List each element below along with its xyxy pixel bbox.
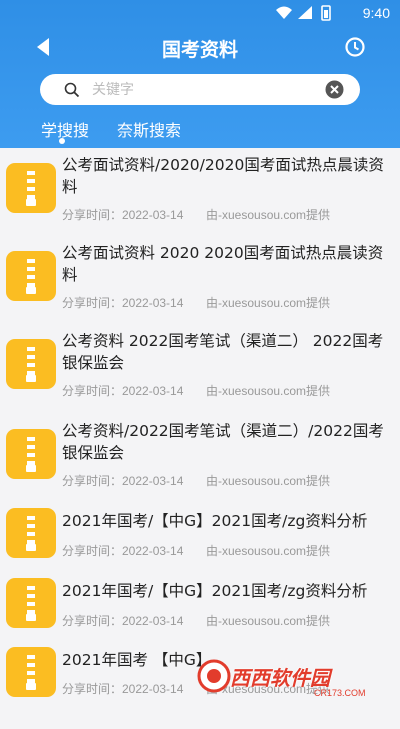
result-source: 由-xuesousou.com提供	[206, 208, 331, 222]
result-source: 由-xuesousou.com提供	[206, 384, 331, 398]
result-title: 公考资料/2022国考笔试（渠道二）/2022国考银保监会	[62, 422, 384, 462]
watermark-sub: CR173.COM	[314, 688, 366, 698]
watermark: 西西软件园 CR173.COM	[196, 654, 386, 698]
clear-icon[interactable]	[325, 80, 344, 99]
result-item[interactable]: 公考资料/2022国考笔试（渠道二）/2022国考银保监会 分享时间：2022-…	[0, 414, 400, 500]
result-source: 由-xuesousou.com提供	[206, 474, 331, 488]
status-bar: 9:40	[0, 0, 400, 26]
status-time: 9:40	[362, 5, 390, 21]
zip-file-icon	[6, 508, 56, 558]
result-source: 由-xuesousou.com提供	[206, 614, 331, 628]
zip-file-icon	[6, 429, 56, 479]
zip-file-icon	[6, 578, 56, 628]
zip-file-icon	[6, 251, 56, 301]
search-icon	[64, 82, 80, 98]
watermark-logo-icon	[197, 659, 231, 693]
zip-file-icon	[6, 163, 56, 213]
nav-bar: 国考资料	[0, 26, 400, 68]
result-time: 分享时间：2022-03-14	[62, 614, 184, 628]
result-time: 分享时间：2022-03-14	[62, 296, 184, 310]
zip-file-icon	[6, 647, 56, 697]
page-title: 国考资料	[161, 39, 238, 61]
result-item[interactable]: 公考资料 2022国考笔试（渠道二） 2022国考银保监会 分享时间：2022-…	[0, 324, 400, 410]
search-input[interactable]	[90, 78, 304, 102]
result-title: 公考资料 2022国考笔试（渠道二） 2022国考银保监会	[62, 332, 384, 372]
tab-naisi-search[interactable]: 奈斯搜索	[117, 117, 181, 141]
zip-file-icon	[6, 339, 56, 389]
result-time: 分享时间：2022-03-14	[62, 384, 184, 398]
result-title: 公考面试资料 2020 2020国考面试热点晨读资料	[62, 244, 384, 284]
wifi-icon	[276, 6, 292, 19]
search-bar	[40, 74, 360, 105]
watermark-text: 西西软件园	[230, 666, 330, 690]
result-title: 2021年国考/【中G】2021国考/zg资料分析	[62, 582, 368, 600]
result-item[interactable]: 公考面试资料 2020 2020国考面试热点晨读资料 分享时间：2022-03-…	[0, 236, 400, 322]
signal-icon	[298, 6, 312, 19]
result-title: 公考面试资料/2020/2020国考面试热点晨读资料	[62, 156, 384, 196]
result-time: 分享时间：2022-03-14	[62, 544, 184, 558]
active-tab-indicator	[59, 138, 65, 144]
header-area: 9:40 国考资料 学搜搜 奈斯搜索	[0, 0, 400, 148]
tab-xuesousou[interactable]: 学搜搜	[41, 117, 89, 141]
clock-icon[interactable]	[344, 36, 366, 58]
result-item[interactable]: 公考面试资料/2020/2020国考面试热点晨读资料 分享时间：2022-03-…	[0, 148, 400, 234]
result-title: 2021年国考/【中G】2021国考/zg资料分析	[62, 512, 368, 530]
result-time: 分享时间：2022-03-14	[62, 474, 184, 488]
status-icons	[276, 5, 331, 21]
result-source: 由-xuesousou.com提供	[206, 296, 331, 310]
result-time: 分享时间：2022-03-14	[62, 208, 184, 222]
result-time: 分享时间：2022-03-14	[62, 682, 184, 696]
result-source: 由-xuesousou.com提供	[206, 544, 331, 558]
